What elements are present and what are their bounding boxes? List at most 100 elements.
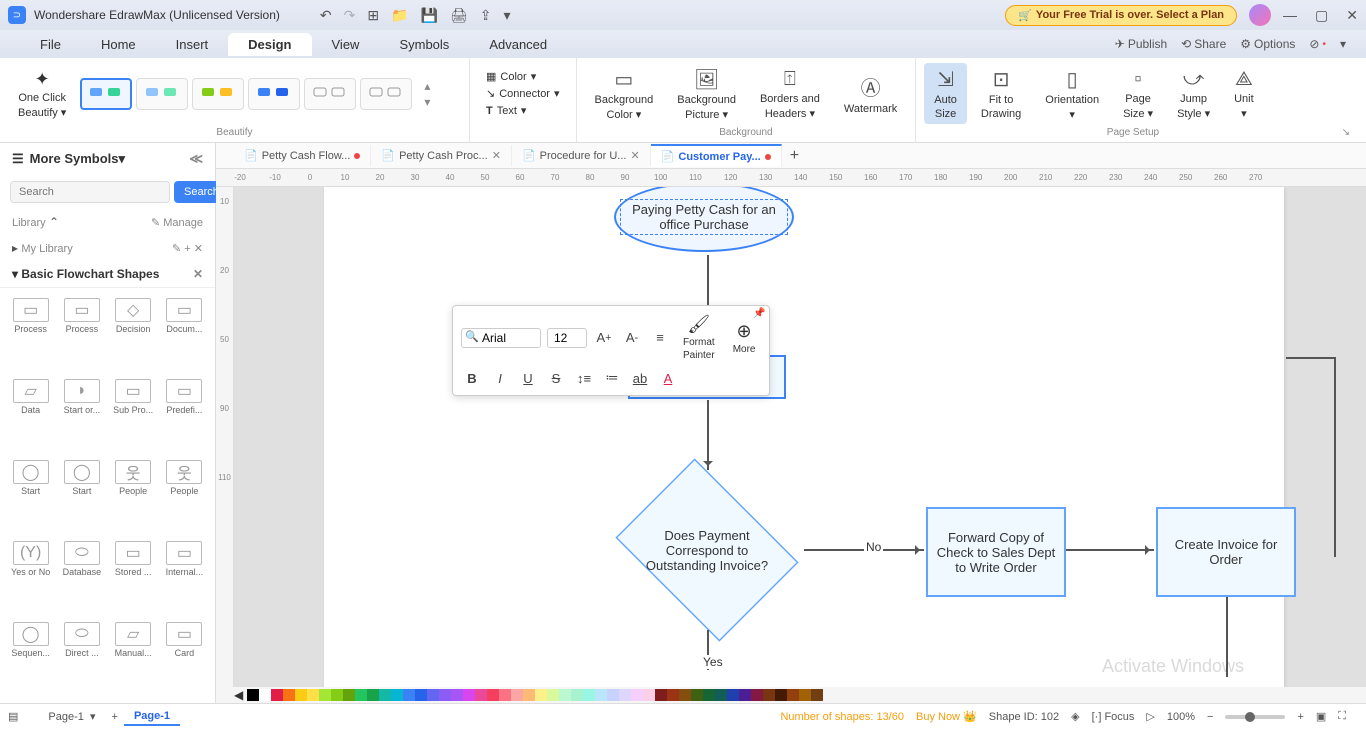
color-swatch[interactable] xyxy=(655,689,667,701)
buy-now-button[interactable]: Buy Now 👑 xyxy=(916,710,977,723)
color-swatch[interactable] xyxy=(511,689,523,701)
color-swatch[interactable] xyxy=(691,689,703,701)
more-format-button[interactable]: ⊕More xyxy=(727,319,762,357)
category-toggle[interactable]: ▾ Basic Flowchart Shapes xyxy=(12,267,159,281)
menu-file[interactable]: File xyxy=(20,33,81,56)
color-swatch[interactable] xyxy=(271,689,283,701)
sidebar-collapse-button[interactable]: ≪ xyxy=(189,151,203,167)
document-tab[interactable]: 📄Petty Cash Proc...✕ xyxy=(371,145,512,166)
undo-button[interactable]: ↶ xyxy=(320,7,332,24)
zoom-slider[interactable] xyxy=(1225,715,1285,719)
manage-library-button[interactable]: ✎ Manage xyxy=(151,216,203,229)
underline-button[interactable]: U xyxy=(517,367,539,389)
bullet-list-button[interactable]: ≔ xyxy=(601,367,623,389)
print-button[interactable]: 🖨 xyxy=(450,7,468,24)
background-color-button[interactable]: ▭BackgroundColor ▾ xyxy=(585,63,664,125)
library-label[interactable]: Library ⌃ xyxy=(12,215,59,229)
shape-item[interactable]: ◇Decision xyxy=(109,294,158,373)
color-swatch[interactable] xyxy=(499,689,511,701)
shape-item[interactable]: ▭Sub Pro... xyxy=(109,375,158,454)
options-button[interactable]: ⚙ Options xyxy=(1240,37,1295,51)
text-dropdown[interactable]: T Text ▾ xyxy=(486,104,560,117)
save-button[interactable]: 💾 xyxy=(421,7,438,24)
connector-return[interactable] xyxy=(1286,357,1336,557)
presentation-button[interactable]: ▷ xyxy=(1146,710,1154,723)
page-select[interactable]: Page-1 ▾ xyxy=(38,708,105,725)
collapse-ribbon-button[interactable]: ▾ xyxy=(1340,37,1346,51)
theme-thumb-2[interactable] xyxy=(136,78,188,110)
shape-item[interactable]: ▭Stored ... xyxy=(109,537,158,616)
color-swatch[interactable] xyxy=(451,689,463,701)
theme-thumb-3[interactable] xyxy=(192,78,244,110)
process-forward[interactable]: Forward Copy of Check to Sales Dept to W… xyxy=(926,507,1066,597)
color-swatch[interactable] xyxy=(643,689,655,701)
close-tab-button[interactable]: ✕ xyxy=(630,149,639,162)
process-invoice[interactable]: Create Invoice for Order xyxy=(1156,507,1296,597)
connector-2[interactable] xyxy=(707,400,709,470)
color-swatch[interactable] xyxy=(607,689,619,701)
color-swatch[interactable] xyxy=(415,689,427,701)
shape-item[interactable]: ◯Sequen... xyxy=(6,618,55,697)
shape-item[interactable]: 웃People xyxy=(160,456,209,535)
color-swatch[interactable] xyxy=(475,689,487,701)
watermark-button[interactable]: ⒶWatermark xyxy=(834,68,907,119)
lib-edit-icon[interactable]: ✎ xyxy=(172,243,181,255)
document-tab[interactable]: 📄Petty Cash Flow... xyxy=(234,145,371,166)
close-window-button[interactable]: ✕ xyxy=(1346,7,1358,24)
strike-button[interactable]: S xyxy=(545,367,567,389)
lib-add-icon[interactable]: + xyxy=(184,243,190,255)
color-swatch[interactable] xyxy=(619,689,631,701)
shape-item[interactable]: ⬭Database xyxy=(57,537,106,616)
color-swatch[interactable] xyxy=(463,689,475,701)
minimize-button[interactable]: — xyxy=(1283,7,1297,24)
fit-page-button[interactable]: ▣ xyxy=(1316,710,1326,723)
format-painter-button[interactable]: 🖌FormatPainter xyxy=(677,312,721,363)
pin-toolbar-button[interactable]: 📌 xyxy=(753,308,765,319)
add-page-button[interactable]: + xyxy=(112,711,118,723)
shape-item[interactable]: ◗Start or... xyxy=(57,375,106,454)
connector-3[interactable] xyxy=(1066,549,1154,551)
my-library-label[interactable]: ▸ My Library xyxy=(12,241,73,255)
color-swatch[interactable] xyxy=(307,689,319,701)
color-swatch[interactable] xyxy=(787,689,799,701)
category-close-button[interactable]: ✕ xyxy=(193,267,203,281)
shape-item[interactable]: ◯Start xyxy=(6,456,55,535)
notifications-button[interactable]: ⊘• xyxy=(1309,37,1326,51)
color-swatch[interactable] xyxy=(811,689,823,701)
shape-item[interactable]: ▭Card xyxy=(160,618,209,697)
color-dropdown[interactable]: ▦ Color ▾ xyxy=(486,70,560,83)
color-swatch[interactable] xyxy=(631,689,643,701)
color-swatch[interactable] xyxy=(799,689,811,701)
menu-insert[interactable]: Insert xyxy=(156,33,229,56)
menu-advanced[interactable]: Advanced xyxy=(469,33,567,56)
canvas[interactable]: Paying Petty Cash for an office Purchase… xyxy=(234,187,1366,687)
themes-scroll-down[interactable]: ▾ xyxy=(424,95,430,109)
menu-symbols[interactable]: Symbols xyxy=(379,33,469,56)
line-spacing-button[interactable]: ↕≡ xyxy=(573,367,595,389)
shape-item[interactable]: ▭Docum... xyxy=(160,294,209,373)
shape-item[interactable]: ▭Process xyxy=(57,294,106,373)
shape-item[interactable]: ▭Internal... xyxy=(160,537,209,616)
open-button[interactable]: 📁 xyxy=(391,7,408,24)
bold-button[interactable]: B xyxy=(461,367,483,389)
page-tab-1[interactable]: Page-1 xyxy=(124,708,180,726)
redo-button[interactable]: ↷ xyxy=(344,7,356,24)
fullscreen-button[interactable]: ⛶ xyxy=(1338,710,1346,723)
background-picture-button[interactable]: 🖼BackgroundPicture ▾ xyxy=(667,63,746,125)
color-swatch[interactable] xyxy=(583,689,595,701)
color-swatch[interactable] xyxy=(259,689,271,701)
borders-headers-button[interactable]: ⍐Borders andHeaders ▾ xyxy=(750,64,830,124)
focus-mode-button[interactable]: [·] Focus xyxy=(1092,711,1135,723)
shape-item[interactable]: 웃People xyxy=(109,456,158,535)
document-tab[interactable]: 📄Customer Pay... xyxy=(651,144,782,167)
color-swatch[interactable] xyxy=(559,689,571,701)
pagesetup-dialog-launcher[interactable]: ↘ xyxy=(1342,127,1350,138)
color-swatch[interactable] xyxy=(703,689,715,701)
new-button[interactable]: ⊞ xyxy=(367,7,379,24)
unit-button[interactable]: ⟁Unit▾ xyxy=(1224,64,1264,124)
close-tab-button[interactable]: ✕ xyxy=(492,149,501,162)
add-tab-button[interactable]: + xyxy=(782,147,807,165)
menu-view[interactable]: View xyxy=(312,33,380,56)
shape-item[interactable]: ▱Manual... xyxy=(109,618,158,697)
color-swatch[interactable] xyxy=(535,689,547,701)
